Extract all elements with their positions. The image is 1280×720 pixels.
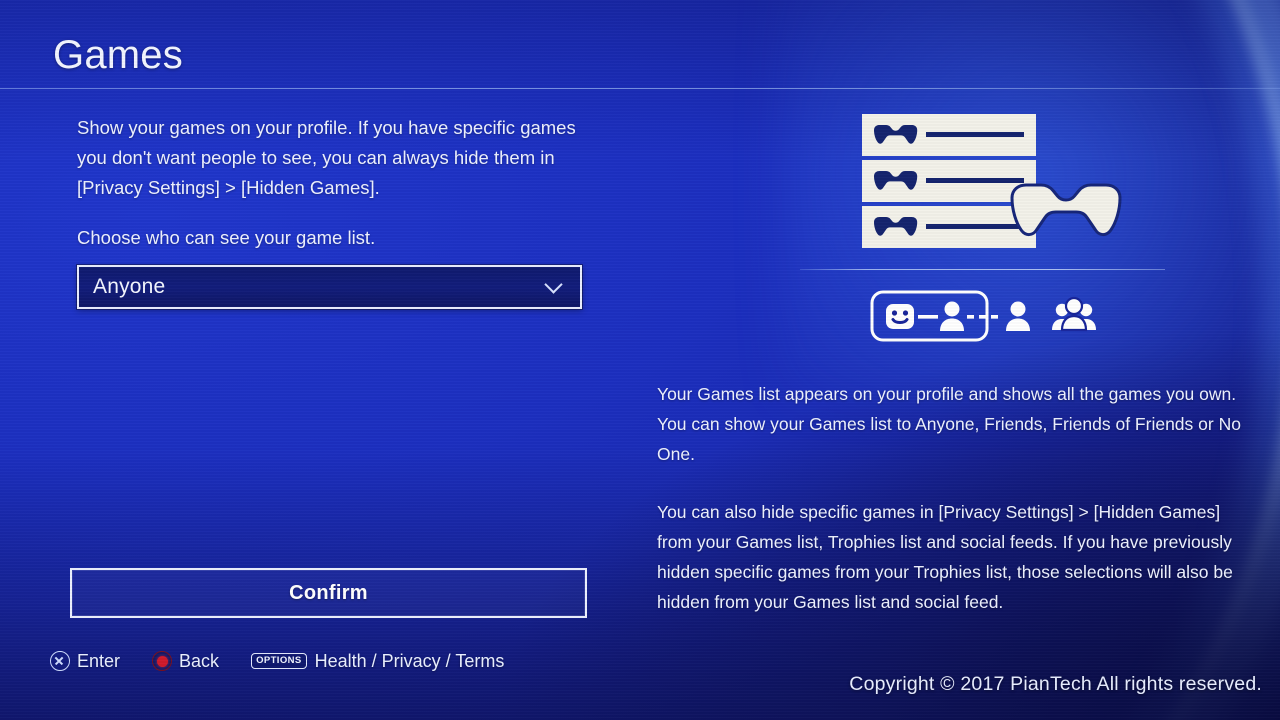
- choose-visibility-label: Choose who can see your game list.: [77, 227, 376, 248]
- privacy-scope-indicator: [870, 290, 1105, 342]
- copyright-text: Copyright © 2017 PianTech All rights res…: [849, 673, 1262, 695]
- right-paragraph-1: Your Games list appears on your profile …: [657, 384, 1241, 464]
- hint-enter[interactable]: Enter: [50, 651, 120, 672]
- person-icon: [1006, 301, 1030, 331]
- confirm-button-label: Confirm: [289, 581, 368, 604]
- people-group-icon: [1052, 296, 1096, 332]
- chevron-down-icon: [546, 277, 562, 293]
- hint-options-label: Health / Privacy / Terms: [314, 650, 505, 671]
- smiley-avatar-icon: [886, 304, 914, 329]
- header-divider: [0, 88, 1280, 89]
- list-row: [862, 114, 1036, 156]
- right-paragraph-2: You can also hide specific games in [Pri…: [657, 502, 1233, 612]
- illustration-divider: [800, 269, 1165, 270]
- left-column: Show your games on your profile. If you …: [77, 113, 589, 309]
- gamepad-icon: [1010, 183, 1122, 237]
- hint-options[interactable]: OPTIONS Health / Privacy / Terms: [251, 651, 504, 672]
- page-title: Games: [53, 33, 183, 77]
- cross-button-icon: [50, 651, 70, 671]
- person-icon: [940, 301, 964, 331]
- visibility-select-value: Anyone: [93, 275, 166, 298]
- hint-back-label: Back: [179, 650, 220, 671]
- connector-solid: [918, 315, 938, 319]
- list-row: [862, 206, 1036, 248]
- description-text: Show your games on your profile. If you …: [77, 117, 576, 198]
- circle-button-icon: [152, 651, 173, 671]
- confirm-button[interactable]: Confirm: [70, 568, 587, 618]
- visibility-select[interactable]: Anyone: [77, 265, 582, 309]
- ps4-settings-screen: Games Show your games on your profile. I…: [0, 0, 1280, 720]
- footer-hints: Enter Back OPTIONS Health / Privacy / Te…: [50, 648, 536, 674]
- hint-back[interactable]: Back: [152, 651, 219, 672]
- options-button-icon: OPTIONS: [251, 653, 307, 669]
- games-list-controller-illustration: [858, 110, 1178, 255]
- right-column-text: Your Games list appears on your profile …: [657, 379, 1247, 617]
- list-row: [862, 160, 1036, 202]
- hint-enter-label: Enter: [77, 650, 121, 671]
